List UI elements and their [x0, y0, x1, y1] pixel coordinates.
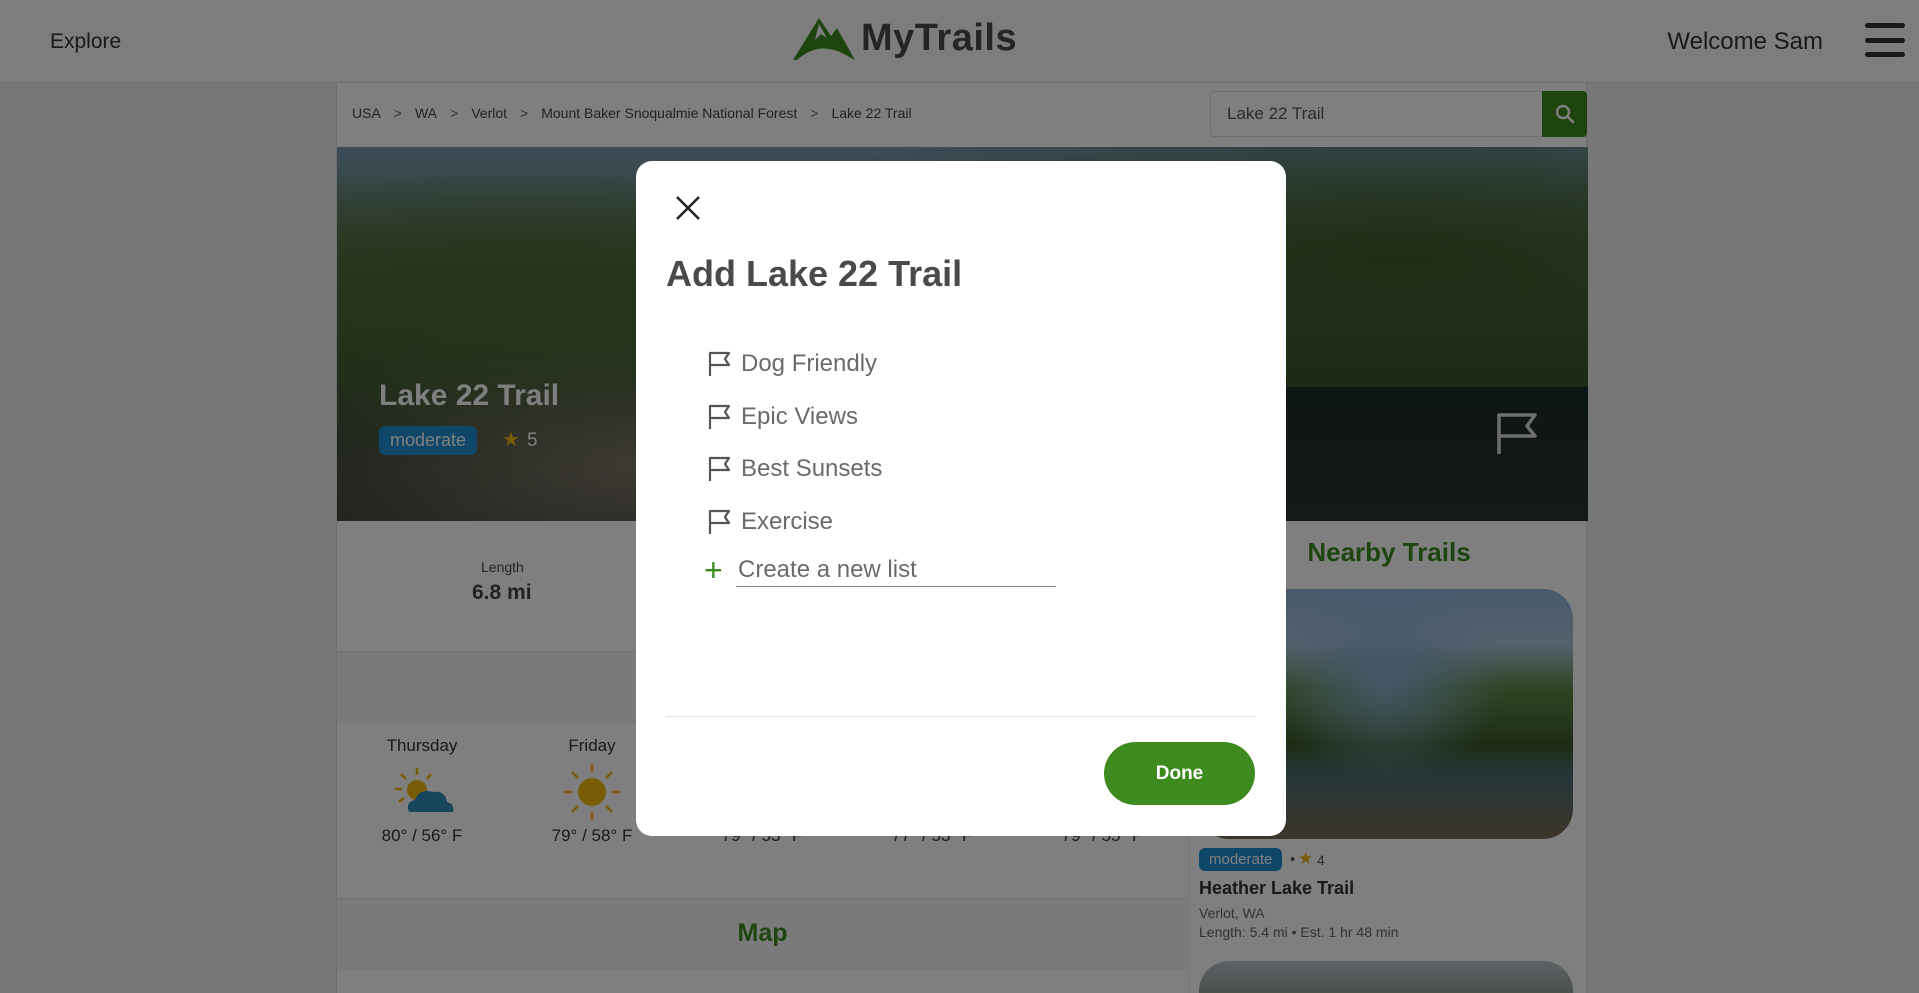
- list-item-label: Best Sunsets: [741, 455, 883, 483]
- flag-icon: [708, 404, 731, 429]
- done-button[interactable]: Done: [1104, 742, 1255, 805]
- list-item[interactable]: Best Sunsets: [708, 443, 882, 496]
- flag-icon: [708, 457, 731, 482]
- plus-icon[interactable]: +: [704, 554, 734, 586]
- create-list-row: +: [704, 553, 1056, 587]
- modal-divider: [666, 716, 1256, 717]
- list-item[interactable]: Dog Friendly: [708, 338, 882, 391]
- flag-icon: [708, 352, 731, 377]
- list-item[interactable]: Exercise: [708, 496, 882, 549]
- flag-icon: [708, 509, 731, 534]
- list-item-label: Dog Friendly: [741, 350, 878, 378]
- list-item-label: Exercise: [741, 507, 834, 535]
- list-item[interactable]: Epic Views: [708, 391, 882, 444]
- list-item-label: Epic Views: [741, 402, 858, 430]
- create-list-input[interactable]: [736, 553, 1056, 587]
- add-to-list-modal: Add Lake 22 Trail Dog Friendly Epic View…: [636, 161, 1286, 836]
- close-icon[interactable]: [673, 193, 703, 223]
- list-options: Dog Friendly Epic Views Best Sunsets Exe…: [708, 338, 882, 548]
- modal-title: Add Lake 22 Trail: [666, 253, 963, 294]
